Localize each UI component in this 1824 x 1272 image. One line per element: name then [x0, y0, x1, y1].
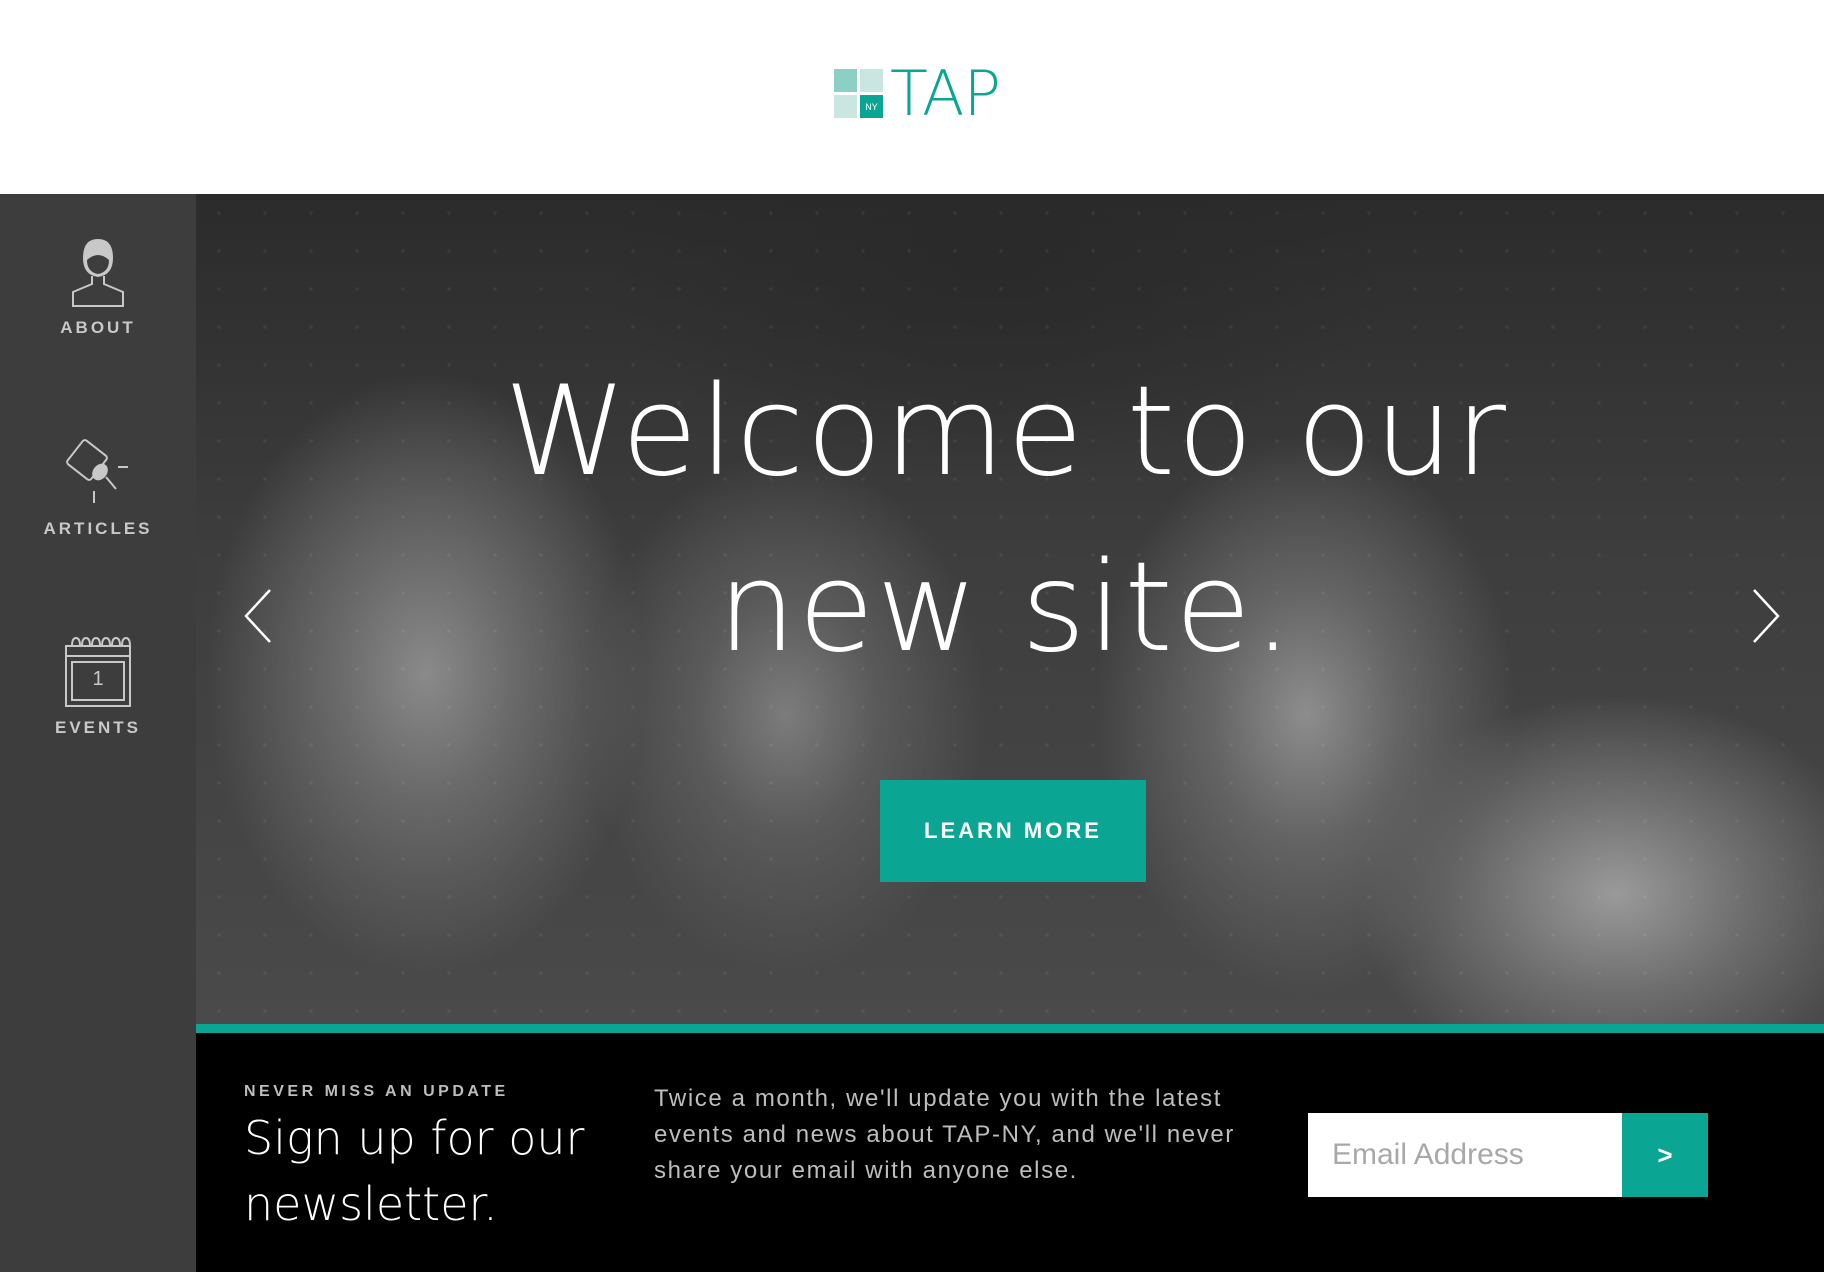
- chevron-left-icon: [244, 589, 271, 643]
- newsletter-description: Twice a month, we'll update you with the…: [654, 1085, 1235, 1184]
- hero-carousel: Welcome to our new site. LEARN MORE: [196, 194, 1824, 1024]
- person-icon: [72, 238, 124, 307]
- divider: [196, 1024, 1824, 1033]
- carousel-prev-button[interactable]: [240, 576, 288, 656]
- logo-text: TAP: [890, 57, 1001, 130]
- carousel-next-button[interactable]: [1736, 576, 1784, 656]
- articles-icon: [66, 439, 128, 503]
- sidebar-nav: ABOUT ARTICLES 1 EVENTS: [0, 194, 196, 1272]
- sidebar-item-about[interactable]: ABOUT: [0, 236, 196, 338]
- newsletter-submit-button[interactable]: >: [1622, 1113, 1708, 1197]
- logo-badge: NY: [860, 95, 883, 118]
- sidebar-item-label: EVENTS: [54, 718, 142, 737]
- sidebar-item-articles[interactable]: ARTICLES: [0, 439, 196, 539]
- calendar-day: 1: [92, 668, 104, 690]
- newsletter-signup: NEVER MISS AN UPDATE Sign up for our new…: [196, 1033, 1824, 1272]
- learn-more-button[interactable]: LEARN MORE: [880, 780, 1146, 882]
- sidebar-item-label: ABOUT: [60, 318, 136, 337]
- chevron-right-icon: [1753, 589, 1780, 643]
- newsletter-heading: Sign up for our newsletter.: [244, 1111, 585, 1231]
- sidebar-item-label: ARTICLES: [43, 519, 153, 538]
- newsletter-eyebrow: NEVER MISS AN UPDATE: [244, 1083, 509, 1100]
- calendar-icon: 1: [64, 634, 132, 708]
- tap-logo[interactable]: NY TAP: [834, 57, 1001, 130]
- sidebar-item-events[interactable]: 1 EVENTS: [0, 634, 196, 738]
- logo-mark-icon: NY: [834, 69, 884, 119]
- newsletter-form: >: [1308, 1113, 1708, 1197]
- email-field[interactable]: [1308, 1113, 1622, 1197]
- site-header: NY TAP: [0, 0, 1824, 194]
- hero-title: Welcome to our new site.: [504, 360, 1508, 680]
